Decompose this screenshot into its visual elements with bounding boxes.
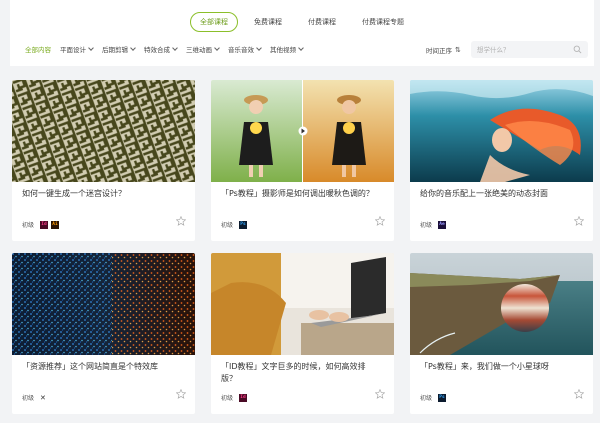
chevron-down-icon xyxy=(172,45,178,51)
category-post-editing[interactable]: 后期剪辑 xyxy=(102,44,136,54)
course-title[interactable]: 「资源推荐」这个网站简直是个特效库 xyxy=(22,361,182,373)
course-card[interactable]: 给你的音乐配上一张绝美的动态封面 初级 Ae xyxy=(410,80,593,241)
chevron-down-icon xyxy=(256,45,262,51)
search-icon[interactable] xyxy=(573,45,582,54)
course-card[interactable]: 如何一键生成一个迷宫设计？ 初级 Id Ai xyxy=(12,80,195,241)
illustrator-icon: Ai xyxy=(51,220,60,229)
course-meta: 初级 ✕ xyxy=(22,393,46,403)
course-card[interactable]: 「ID教程」文字巨多的时候，如何高效排版？ 初级 Id xyxy=(211,253,394,414)
chevron-down-icon xyxy=(88,45,94,51)
star-favorite-icon[interactable] xyxy=(375,389,385,399)
course-thumbnail-particles[interactable] xyxy=(12,253,195,355)
level-badge: 初级 xyxy=(22,222,35,229)
chevron-down-icon xyxy=(130,45,136,51)
course-title[interactable]: 「ID教程」文字巨多的时候，如何高效排版？ xyxy=(221,361,381,385)
sort-arrows-icon: ⇅ xyxy=(455,46,461,54)
course-title[interactable]: 「Ps教程」摄影师是如何调出暖秋色调的？ xyxy=(221,188,381,200)
course-meta: 初级 Ps xyxy=(420,393,449,402)
category-other-video[interactable]: 其他视频 xyxy=(270,44,304,54)
course-meta: 初级 Ps xyxy=(221,220,250,229)
after-effects-icon: Ae xyxy=(438,220,447,229)
level-badge: 初级 xyxy=(221,222,234,229)
level-badge: 初级 xyxy=(221,395,234,402)
category-label: 平面设计 xyxy=(60,46,86,54)
photoshop-icon: Ps xyxy=(239,220,248,229)
category-all[interactable]: 全部内容 xyxy=(25,44,51,54)
category-vfx-compositing[interactable]: 特效合成 xyxy=(144,44,178,54)
category-label: 后期剪辑 xyxy=(102,46,128,54)
star-favorite-icon[interactable] xyxy=(574,389,584,399)
category-label: 三维动画 xyxy=(186,46,212,54)
category-music-sfx[interactable]: 音乐音效 xyxy=(228,44,262,54)
category-label: 特效合成 xyxy=(144,46,170,54)
category-label: 音乐音效 xyxy=(228,46,254,54)
sort-toggle[interactable]: 时间正序 ⇅ xyxy=(426,45,461,55)
category-3d-animation[interactable]: 三维动画 xyxy=(186,44,220,54)
course-thumbnail-laptop[interactable] xyxy=(211,253,394,355)
search-input[interactable] xyxy=(477,44,567,55)
course-meta: 初级 Ae xyxy=(420,220,449,229)
star-favorite-icon[interactable] xyxy=(176,216,186,226)
category-row: 全部内容 平面设计 后期剪辑 特效合成 三维动画 音乐音效 其他视频 xyxy=(25,44,312,54)
tab-free-courses[interactable]: 免费课程 xyxy=(244,12,292,32)
course-thumbnail-underwater-girl[interactable] xyxy=(410,80,593,182)
course-title[interactable]: 给你的音乐配上一张绝美的动态封面 xyxy=(420,188,580,200)
course-card[interactable]: 「Ps教程」来，我们做一个小星球呀 初级 Ps xyxy=(410,253,593,414)
indesign-icon: Id xyxy=(239,393,248,402)
chevron-down-icon xyxy=(214,45,220,51)
course-title[interactable]: 「Ps教程」来，我们做一个小星球呀 xyxy=(420,361,580,373)
star-favorite-icon[interactable] xyxy=(574,216,584,226)
tab-paid-courses[interactable]: 付费课程 xyxy=(298,12,346,32)
indesign-icon: Id xyxy=(40,220,49,229)
course-meta: 初级 Id Ai xyxy=(22,220,62,229)
level-badge: 初级 xyxy=(420,395,433,402)
course-thumbnail-girl-autumn[interactable] xyxy=(211,80,394,182)
course-type-tabs: 全部课程 免费课程 付费课程 付费课程专题 xyxy=(10,12,594,32)
search-box xyxy=(471,41,588,58)
photoshop-icon: Ps xyxy=(438,393,447,402)
course-title[interactable]: 如何一键生成一个迷宫设计？ xyxy=(22,188,182,200)
level-badge: 初级 xyxy=(22,395,35,402)
level-badge: 初级 xyxy=(420,222,433,229)
star-favorite-icon[interactable] xyxy=(176,389,186,399)
course-thumbnail-maze[interactable] xyxy=(12,80,195,182)
category-label: 全部内容 xyxy=(25,46,51,54)
chevron-down-icon xyxy=(298,45,304,51)
course-card[interactable]: 「Ps教程」摄影师是如何调出暖秋色调的？ 初级 Ps xyxy=(211,80,394,241)
course-meta: 初级 Id xyxy=(221,393,250,402)
category-graphic-design[interactable]: 平面设计 xyxy=(60,44,94,54)
tab-all-courses[interactable]: 全部课程 xyxy=(190,12,238,32)
sort-label: 时间正序 xyxy=(426,47,452,55)
filter-panel: 全部课程 免费课程 付费课程 付费课程专题 全部内容 平面设计 后期剪辑 特效合… xyxy=(10,0,594,66)
course-thumbnail-cliff-planet[interactable] xyxy=(410,253,593,355)
course-card[interactable]: 「资源推荐」这个网站简直是个特效库 初级 ✕ xyxy=(12,253,195,414)
star-favorite-icon[interactable] xyxy=(375,216,385,226)
tab-paid-topics[interactable]: 付费课程专题 xyxy=(352,12,414,32)
tools-cross-icon: ✕ xyxy=(40,393,46,402)
category-label: 其他视频 xyxy=(270,46,296,54)
